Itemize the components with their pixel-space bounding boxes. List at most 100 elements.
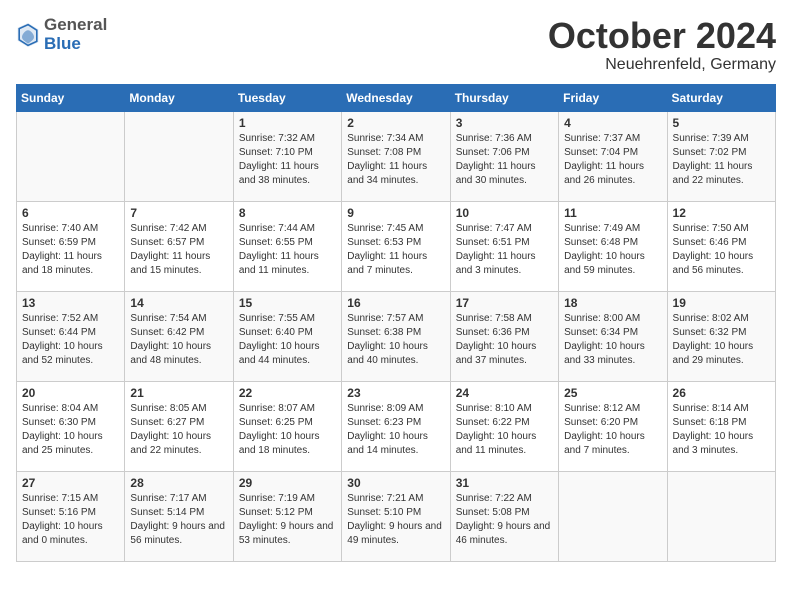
day-number: 7 <box>130 206 227 220</box>
column-header-sunday: Sunday <box>17 84 125 111</box>
day-info: Sunrise: 8:10 AM Sunset: 6:22 PM Dayligh… <box>456 402 553 458</box>
calendar-cell: 13 Sunrise: 7:52 AM Sunset: 6:44 PM Dayli… <box>17 291 125 381</box>
location: Neuehrenfeld, Germany <box>548 56 776 74</box>
day-number: 9 <box>347 206 444 220</box>
day-number: 11 <box>564 206 661 220</box>
calendar-cell: 10 Sunrise: 7:47 AM Sunset: 6:51 PM Dayli… <box>450 201 558 291</box>
day-number: 27 <box>22 476 119 490</box>
day-number: 2 <box>347 116 444 130</box>
day-number: 31 <box>456 476 553 490</box>
day-info: Sunrise: 8:09 AM Sunset: 6:23 PM Dayligh… <box>347 402 444 458</box>
column-header-thursday: Thursday <box>450 84 558 111</box>
calendar-cell: 22Sunrise: 8:07 AM Sunset: 6:25 PM Dayli… <box>233 381 341 471</box>
day-number: 20 <box>22 386 119 400</box>
page-header: General Blue October 2024 Neuehrenfeld, … <box>16 16 776 74</box>
calendar-cell: 16 Sunrise: 7:57 AM Sunset: 6:38 PM Dayli… <box>342 291 450 381</box>
calendar-cell: 18 Sunrise: 8:00 AM Sunset: 6:34 PM Dayli… <box>559 291 667 381</box>
calendar-cell: 28 Sunrise: 7:17 AM Sunset: 5:14 PM Dayli… <box>125 471 233 561</box>
logo-text: General Blue <box>44 16 107 53</box>
day-number: 6 <box>22 206 119 220</box>
month-title: October 2024 <box>548 16 776 56</box>
day-number: 25 <box>564 386 661 400</box>
day-number: 18 <box>564 296 661 310</box>
column-header-tuesday: Tuesday <box>233 84 341 111</box>
day-number: 19 <box>673 296 770 310</box>
calendar-cell: 27 Sunrise: 7:15 AM Sunset: 5:16 PM Dayli… <box>17 471 125 561</box>
day-info: Sunrise: 7:39 AM Sunset: 7:02 PM Dayligh… <box>673 132 770 188</box>
day-number: 17 <box>456 296 553 310</box>
calendar-cell: 17 Sunrise: 7:58 AM Sunset: 6:36 PM Dayli… <box>450 291 558 381</box>
day-info: Sunrise: 7:19 AM Sunset: 5:12 PM Dayligh… <box>239 492 336 548</box>
day-info: Sunrise: 7:58 AM Sunset: 6:36 PM Dayligh… <box>456 312 553 368</box>
day-number: 28 <box>130 476 227 490</box>
calendar-cell: 26 Sunrise: 8:14 AM Sunset: 6:18 PM Dayli… <box>667 381 775 471</box>
day-info: Sunrise: 7:36 AM Sunset: 7:06 PM Dayligh… <box>456 132 553 188</box>
column-header-saturday: Saturday <box>667 84 775 111</box>
title-block: October 2024 Neuehrenfeld, Germany <box>548 16 776 74</box>
day-number: 23 <box>347 386 444 400</box>
day-number: 13 <box>22 296 119 310</box>
calendar-cell: 14 Sunrise: 7:54 AM Sunset: 6:42 PM Dayli… <box>125 291 233 381</box>
day-info: Sunrise: 8:02 AM Sunset: 6:32 PM Dayligh… <box>673 312 770 368</box>
calendar-table: SundayMondayTuesdayWednesdayThursdayFrid… <box>16 84 776 562</box>
calendar-cell: 20 Sunrise: 8:04 AM Sunset: 6:30 PM Dayli… <box>17 381 125 471</box>
day-info: Sunrise: 7:42 AM Sunset: 6:57 PM Dayligh… <box>130 222 227 278</box>
calendar-cell: 1 Sunrise: 7:32 AM Sunset: 7:10 PM Daylig… <box>233 111 341 201</box>
calendar-cell: 4 Sunrise: 7:37 AM Sunset: 7:04 PM Daylig… <box>559 111 667 201</box>
calendar-cell: 9 Sunrise: 7:45 AM Sunset: 6:53 PM Daylig… <box>342 201 450 291</box>
day-number: 5 <box>673 116 770 130</box>
day-number: 22 <box>239 386 336 400</box>
day-info: Sunrise: 7:40 AM Sunset: 6:59 PM Dayligh… <box>22 222 119 278</box>
day-number: 12 <box>673 206 770 220</box>
calendar-cell <box>559 471 667 561</box>
day-info: Sunrise: 7:45 AM Sunset: 6:53 PM Dayligh… <box>347 222 444 278</box>
day-number: 15 <box>239 296 336 310</box>
day-number: 14 <box>130 296 227 310</box>
calendar-cell: 6 Sunrise: 7:40 AM Sunset: 6:59 PM Daylig… <box>17 201 125 291</box>
calendar-cell: 29Sunrise: 7:19 AM Sunset: 5:12 PM Dayli… <box>233 471 341 561</box>
day-info: Sunrise: 8:14 AM Sunset: 6:18 PM Dayligh… <box>673 402 770 458</box>
calendar-cell: 23 Sunrise: 8:09 AM Sunset: 6:23 PM Dayli… <box>342 381 450 471</box>
column-header-monday: Monday <box>125 84 233 111</box>
logo-icon <box>16 21 40 49</box>
calendar-cell: 31 Sunrise: 7:22 AM Sunset: 5:08 PM Dayli… <box>450 471 558 561</box>
calendar-cell: 24Sunrise: 8:10 AM Sunset: 6:22 PM Dayli… <box>450 381 558 471</box>
day-info: Sunrise: 7:44 AM Sunset: 6:55 PM Dayligh… <box>239 222 336 278</box>
calendar-cell: 11Sunrise: 7:49 AM Sunset: 6:48 PM Dayli… <box>559 201 667 291</box>
calendar-cell <box>667 471 775 561</box>
day-info: Sunrise: 8:00 AM Sunset: 6:34 PM Dayligh… <box>564 312 661 368</box>
day-info: Sunrise: 7:54 AM Sunset: 6:42 PM Dayligh… <box>130 312 227 368</box>
day-info: Sunrise: 7:57 AM Sunset: 6:38 PM Dayligh… <box>347 312 444 368</box>
day-info: Sunrise: 7:50 AM Sunset: 6:46 PM Dayligh… <box>673 222 770 278</box>
day-info: Sunrise: 7:15 AM Sunset: 5:16 PM Dayligh… <box>22 492 119 548</box>
day-info: Sunrise: 7:32 AM Sunset: 7:10 PM Dayligh… <box>239 132 336 188</box>
calendar-cell: 19 Sunrise: 8:02 AM Sunset: 6:32 PM Dayli… <box>667 291 775 381</box>
calendar-header-row: SundayMondayTuesdayWednesdayThursdayFrid… <box>17 84 776 111</box>
day-info: Sunrise: 8:04 AM Sunset: 6:30 PM Dayligh… <box>22 402 119 458</box>
day-number: 26 <box>673 386 770 400</box>
day-info: Sunrise: 7:37 AM Sunset: 7:04 PM Dayligh… <box>564 132 661 188</box>
calendar-cell: 2Sunrise: 7:34 AM Sunset: 7:08 PM Daylig… <box>342 111 450 201</box>
column-header-friday: Friday <box>559 84 667 111</box>
day-number: 8 <box>239 206 336 220</box>
logo-blue: Blue <box>44 35 107 54</box>
logo: General Blue <box>16 16 107 53</box>
day-number: 10 <box>456 206 553 220</box>
calendar-week-row: 1 Sunrise: 7:32 AM Sunset: 7:10 PM Daylig… <box>17 111 776 201</box>
calendar-week-row: 20 Sunrise: 8:04 AM Sunset: 6:30 PM Dayli… <box>17 381 776 471</box>
day-number: 4 <box>564 116 661 130</box>
day-number: 3 <box>456 116 553 130</box>
calendar-cell: 30Sunrise: 7:21 AM Sunset: 5:10 PM Dayli… <box>342 471 450 561</box>
day-number: 16 <box>347 296 444 310</box>
day-info: Sunrise: 7:52 AM Sunset: 6:44 PM Dayligh… <box>22 312 119 368</box>
calendar-week-row: 13 Sunrise: 7:52 AM Sunset: 6:44 PM Dayli… <box>17 291 776 381</box>
day-info: Sunrise: 7:22 AM Sunset: 5:08 PM Dayligh… <box>456 492 553 548</box>
calendar-cell: 25Sunrise: 8:12 AM Sunset: 6:20 PM Dayli… <box>559 381 667 471</box>
day-number: 1 <box>239 116 336 130</box>
day-info: Sunrise: 7:47 AM Sunset: 6:51 PM Dayligh… <box>456 222 553 278</box>
calendar-cell: 21Sunrise: 8:05 AM Sunset: 6:27 PM Dayli… <box>125 381 233 471</box>
day-info: Sunrise: 7:21 AM Sunset: 5:10 PM Dayligh… <box>347 492 444 548</box>
day-info: Sunrise: 7:17 AM Sunset: 5:14 PM Dayligh… <box>130 492 227 548</box>
calendar-cell: 3 Sunrise: 7:36 AM Sunset: 7:06 PM Daylig… <box>450 111 558 201</box>
calendar-cell: 12 Sunrise: 7:50 AM Sunset: 6:46 PM Dayli… <box>667 201 775 291</box>
